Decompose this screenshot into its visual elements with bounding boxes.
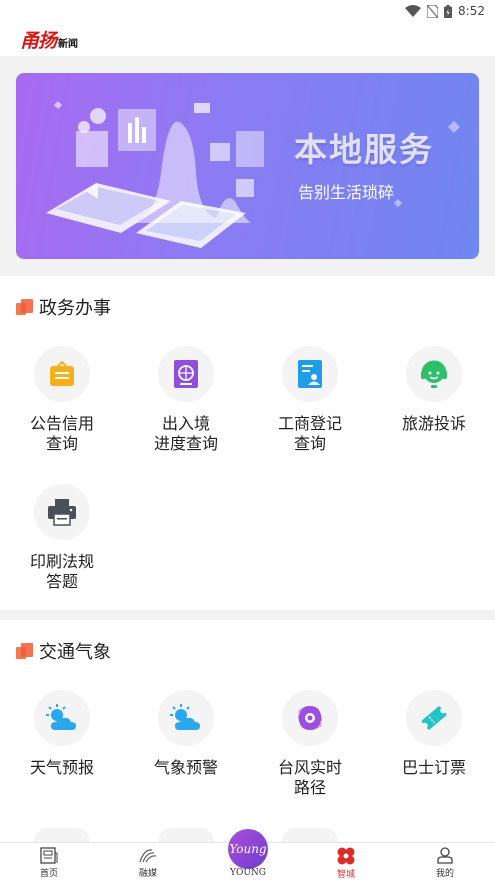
service-item-business-registration[interactable]: 工商登记 查询 [248, 346, 372, 454]
bus-ticket-icon [406, 690, 462, 746]
no-sim-icon [427, 4, 439, 18]
printer-icon [34, 484, 90, 540]
service-item-label: 气象预警 [153, 758, 218, 777]
section-marker-icon [16, 299, 33, 315]
nav-label: YOUNG [230, 868, 266, 878]
service-item-label: 巴士订票 [401, 758, 466, 777]
service-item-bus-ticket[interactable]: 巴士订票 [372, 690, 495, 778]
section-title: 交通气象 [39, 642, 111, 663]
section-header: 交通气象 [16, 640, 111, 663]
weather-sun-cloud-icon [34, 690, 90, 746]
status-bar: 8:52 [0, 0, 495, 22]
service-item-weather-forecast[interactable]: 天气预报 [0, 690, 124, 778]
service-item-label: 印刷法规 答题 [29, 552, 94, 591]
typhoon-icon [282, 690, 338, 746]
young-logo-icon[interactable]: Young [228, 829, 268, 869]
section-marker-icon [16, 643, 33, 659]
service-item-label: 工商登记 查询 [277, 414, 342, 453]
passport-icon [158, 346, 214, 402]
service-item-notice-credit[interactable]: 公告信用 查询 [0, 346, 124, 454]
profile-icon [437, 847, 453, 864]
next-row-icon-partial [34, 828, 90, 842]
service-item-travel-complaint[interactable]: 旅游投诉 [372, 346, 495, 434]
business-registration-icon [282, 346, 338, 402]
service-item-label: 旅游投诉 [401, 414, 466, 433]
banner-illustration [46, 101, 264, 248]
customer-service-icon [406, 346, 462, 402]
logo-main-text: 甬扬 [20, 29, 57, 52]
service-item-label: 台风实时 路径 [277, 758, 342, 797]
smart-city-icon [337, 847, 355, 865]
section-header: 政务办事 [16, 296, 111, 319]
service-item-label: 天气预报 [29, 758, 94, 777]
service-item-typhoon-path[interactable]: 台风实时 路径 [248, 690, 372, 798]
banner-title: 本地服务 [294, 130, 434, 169]
next-row-icon-partial [158, 828, 214, 842]
nav-item-media[interactable]: 融媒 [113, 847, 183, 879]
sparkle-icon [448, 121, 460, 133]
nav-item-home[interactable]: 首页 [14, 847, 84, 879]
media-icon [139, 849, 157, 863]
nav-item-smart-city[interactable]: 智城 [311, 847, 381, 880]
banner-area: 本地服务 告别生活琐碎 [0, 56, 495, 276]
next-row-icon-partial [282, 828, 338, 842]
bottom-navigation: 首页 融媒 Young YOUNG 智城 我的 [0, 829, 495, 881]
young-badge-text: Young [229, 842, 267, 856]
banner-subtitle: 告别生活琐碎 [298, 183, 395, 202]
logo-sub-text: 新闻 [58, 38, 79, 50]
clock-time: 8:52 [458, 4, 485, 18]
local-service-banner[interactable]: 本地服务 告别生活琐碎 [16, 73, 479, 259]
wifi-icon [405, 5, 422, 17]
nav-label: 首页 [39, 869, 58, 879]
nav-label: 我的 [435, 869, 454, 879]
section-title: 政务办事 [39, 298, 111, 319]
nav-item-profile[interactable]: 我的 [410, 847, 480, 879]
home-news-icon [40, 847, 58, 864]
section-traffic-weather: 交通气象 天气预报 气象预警 台风实时 路径 巴士订票 [0, 620, 495, 842]
nav-label: 融媒 [138, 869, 157, 879]
service-item-label: 公告信用 查询 [29, 414, 94, 453]
sparkle-icon [394, 199, 402, 207]
app-header: 甬扬 新闻 [0, 22, 495, 56]
app-logo[interactable]: 甬扬 新闻 [20, 26, 78, 53]
service-item-exit-entry[interactable]: 出入境 进度查询 [124, 346, 248, 454]
battery-icon [444, 4, 453, 18]
section-government-affairs: 政务办事 公告信用 查询 出入境 进度查询 工商登记 查询 旅游投诉 印刷法规 … [0, 276, 495, 610]
nav-label: 智城 [336, 870, 355, 880]
service-item-label: 出入境 进度查询 [153, 414, 218, 453]
notice-credit-icon [34, 346, 90, 402]
weather-warning-icon [158, 690, 214, 746]
service-item-printing-regulations[interactable]: 印刷法规 答题 [0, 484, 124, 592]
service-item-weather-warning[interactable]: 气象预警 [124, 690, 248, 778]
